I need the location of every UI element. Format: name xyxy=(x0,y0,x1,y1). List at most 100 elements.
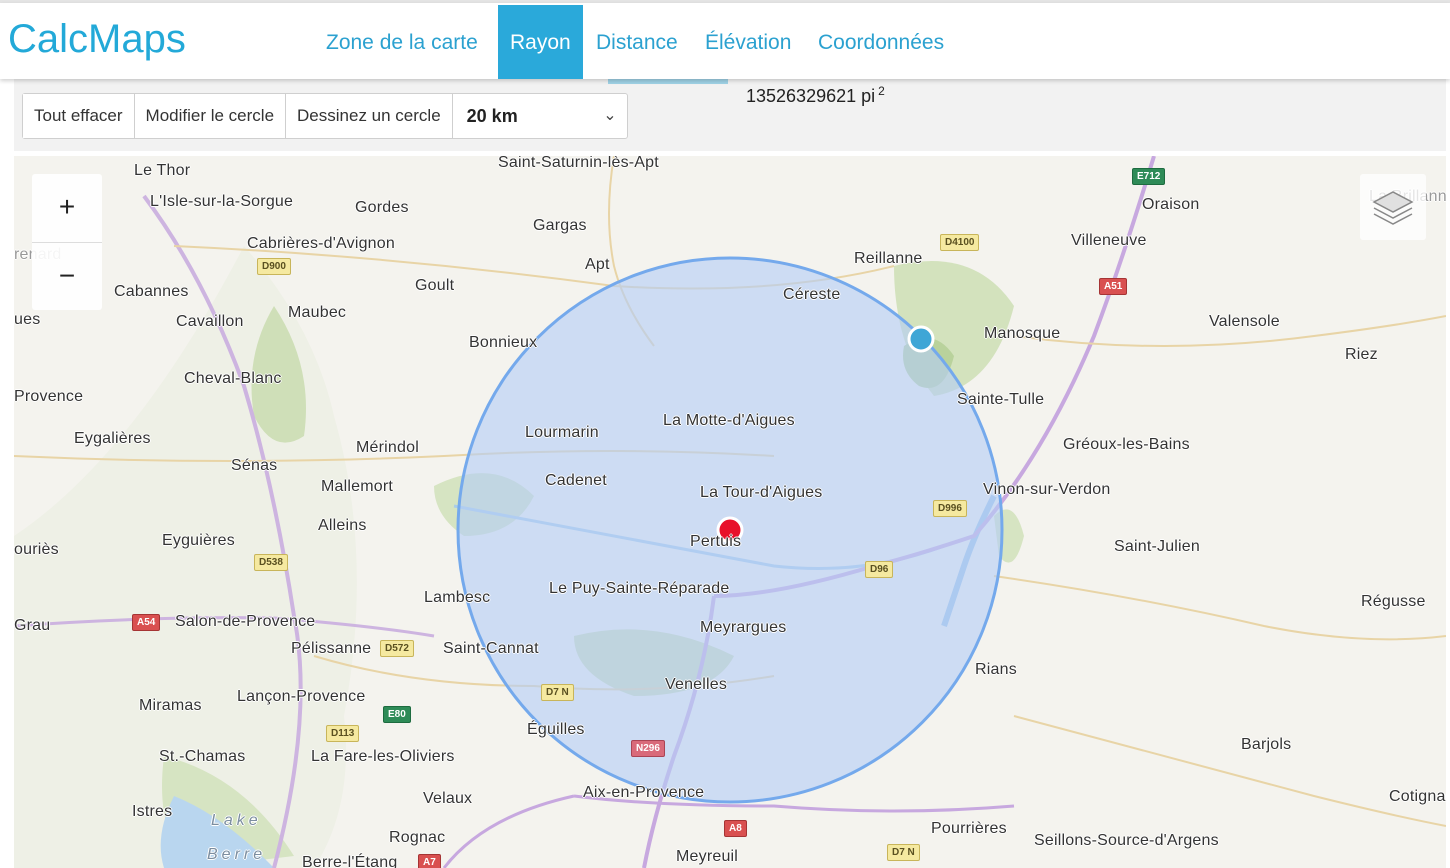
place-label: Eyguières xyxy=(162,532,235,549)
tool-button-group: Tout effacer Modifier le cercle Dessinez… xyxy=(22,93,628,139)
place-label: Eygalières xyxy=(74,430,151,447)
area-result: 13526329621 pi 2 xyxy=(746,84,885,107)
zoom-control: + − xyxy=(32,174,102,310)
place-label: Goult xyxy=(415,277,455,294)
place-label: Sénas xyxy=(231,457,278,474)
place-label: Manosque xyxy=(984,325,1061,342)
place-label: Provence xyxy=(14,388,84,405)
place-label: ues xyxy=(14,311,41,328)
road-shield: D113 xyxy=(326,725,360,742)
place-label: La Motte-d'Aigues xyxy=(663,412,795,429)
place-label: Reillanne xyxy=(854,250,923,267)
road-shield: E712 xyxy=(1132,168,1166,185)
layers-button[interactable] xyxy=(1360,174,1426,240)
place-label: Cotignac xyxy=(1389,788,1446,805)
hidden-button-edge xyxy=(608,79,728,84)
place-label: La Tour-d'Aigues xyxy=(700,484,823,501)
place-label: Cadenet xyxy=(545,472,607,489)
chevron-down-icon: ⌄ xyxy=(603,107,617,124)
place-label: Cabannes xyxy=(114,283,189,300)
place-label: Berre-l'Étang xyxy=(302,854,398,868)
place-label: La Fare-les-Oliviers xyxy=(311,748,455,765)
place-label: ouriès xyxy=(14,541,59,558)
tab-distance[interactable]: Distance xyxy=(596,5,678,79)
place-label: Venelles xyxy=(665,676,728,693)
area-value: 13526329621 pi xyxy=(746,86,876,106)
place-label: Rians xyxy=(975,661,1017,678)
road-shield: D900 xyxy=(257,258,291,275)
place-label: Bonnieux xyxy=(469,334,538,351)
place-label: Grau xyxy=(14,617,51,634)
zoom-in-button[interactable]: + xyxy=(32,174,102,243)
place-label: Éguilles xyxy=(527,721,585,738)
place-label: Pélissanne xyxy=(291,640,372,657)
place-label: Le Puy-Sainte-Réparade xyxy=(549,580,730,597)
place-label: Aix-en-Provence xyxy=(583,784,705,801)
road-shield: A54 xyxy=(132,614,161,631)
tab-coordonnees[interactable]: Coordonnées xyxy=(818,5,944,79)
tab-elevation[interactable]: Élévation xyxy=(705,5,791,79)
place-label: Le Thor xyxy=(134,162,191,179)
place-label: Maubec xyxy=(288,304,347,321)
secondary-road xyxy=(1013,715,1446,827)
road-shield: D572 xyxy=(380,640,414,657)
place-label: Istres xyxy=(132,803,173,820)
place-label: Pertuis xyxy=(690,533,742,550)
map-view[interactable]: Le Thor L'Isle-sur-la-Sorgue Gordes Sain… xyxy=(14,156,1446,868)
place-label: Cabrières-d'Avignon xyxy=(247,235,395,252)
toolbar: Tout effacer Modifier le cercle Dessinez… xyxy=(14,79,1446,151)
place-label: Velaux xyxy=(423,790,473,807)
road-shield: A51 xyxy=(1099,278,1128,295)
road-shield: E80 xyxy=(383,706,411,723)
place-label: Régusse xyxy=(1361,593,1426,610)
place-label: Meyrargues xyxy=(700,619,787,636)
road-shield: N296 xyxy=(631,740,665,757)
place-label: Vinon-sur-Verdon xyxy=(983,481,1111,498)
tab-rayon[interactable]: Rayon xyxy=(498,5,583,79)
radius-select-value: 20 km xyxy=(466,106,518,126)
place-label: Gréoux-les-Bains xyxy=(1063,436,1190,453)
clear-all-button[interactable]: Tout effacer xyxy=(23,94,135,138)
lake-label: Berre xyxy=(207,846,267,863)
road-shield: D996 xyxy=(933,500,967,517)
road-shield: D538 xyxy=(254,554,288,571)
place-label: Gargas xyxy=(533,217,587,234)
place-label: Lançon-Provence xyxy=(237,688,366,705)
place-label: Oraison xyxy=(1142,196,1200,213)
road-shield: A8 xyxy=(724,820,747,837)
place-label: Alleins xyxy=(318,517,367,534)
place-label: Meyreuil xyxy=(676,848,739,865)
place-label: Seillons-Source-d'Argens xyxy=(1034,832,1219,849)
place-label: Lambesc xyxy=(424,589,491,606)
place-label: Barjols xyxy=(1241,736,1292,753)
tab-zone[interactable]: Zone de la carte xyxy=(326,5,478,79)
place-label: Lourmarin xyxy=(525,424,599,441)
place-label: Cheval-Blanc xyxy=(184,370,282,387)
draw-circle-button[interactable]: Dessinez un cercle xyxy=(286,94,453,138)
navbar: CalcMaps Zone de la carte Rayon Distance… xyxy=(0,3,1450,79)
edit-circle-button[interactable]: Modifier le cercle xyxy=(134,94,287,138)
place-label: Cavaillon xyxy=(176,313,244,330)
place-label: Miramas xyxy=(139,697,202,714)
lake-label: Lake xyxy=(211,812,262,829)
circle-edge-marker[interactable] xyxy=(907,325,935,353)
place-label: Mallemort xyxy=(321,478,394,495)
place-label: Saint-Cannat xyxy=(443,640,539,657)
place-label: Gordes xyxy=(355,199,409,216)
radius-select[interactable]: 20 km ⌄ xyxy=(453,94,627,138)
place-label: Apt xyxy=(585,256,610,273)
place-label: Rognac xyxy=(389,829,446,846)
road-shield: A7 xyxy=(418,854,441,868)
road-shield: D96 xyxy=(865,561,894,578)
road-shield: D7 N xyxy=(887,844,920,861)
place-label: Céreste xyxy=(783,286,841,303)
place-label: St.-Chamas xyxy=(159,748,246,765)
road-shield: D7 N xyxy=(541,684,574,701)
place-label: L'Isle-sur-la-Sorgue xyxy=(150,193,294,210)
brand-logo[interactable]: CalcMaps xyxy=(8,17,186,62)
place-label: Pourrières xyxy=(931,820,1007,837)
place-label: Saint-Julien xyxy=(1114,538,1201,555)
place-label: Sainte-Tulle xyxy=(957,391,1045,408)
zoom-out-button[interactable]: − xyxy=(32,243,102,311)
place-label: Salon-de-Provence xyxy=(175,613,316,630)
